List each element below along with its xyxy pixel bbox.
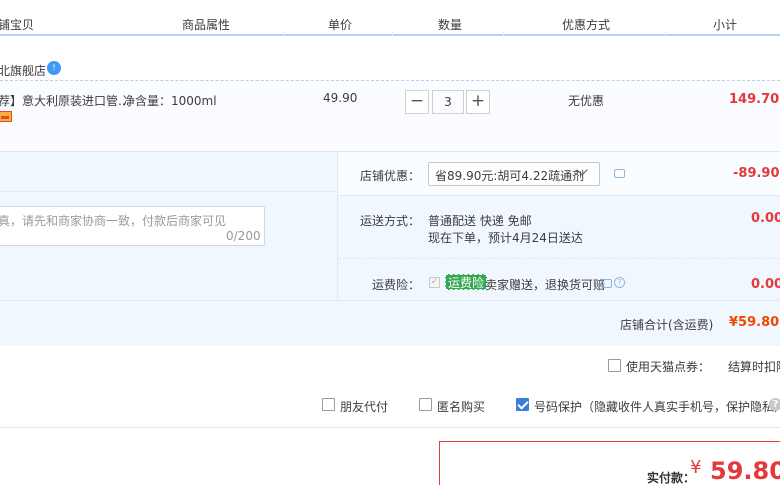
promo-tag-icon — [0, 111, 12, 122]
shop-chat-badge-icon[interactable]: ! — [47, 61, 61, 75]
section-divider — [0, 427, 780, 428]
shop-total-label: 店铺合计(含运费) — [620, 318, 714, 332]
shop-promo-selected: 省89.90元:胡可4.22疏通剂 — [435, 169, 585, 183]
shop-total-amount: ¥59.80 — [729, 315, 780, 330]
insurance-checkbox[interactable]: ✓ — [429, 277, 440, 288]
item-subtotal: 149.70 — [729, 92, 780, 107]
shipping-method: 普通配送 快递 免邮 — [428, 214, 532, 228]
col-header-item: 铺宝贝 — [0, 18, 35, 32]
quantity-increase-button[interactable]: + — [466, 90, 490, 114]
points-note: 结算时扣除 — [728, 360, 780, 374]
anonymous-checkbox[interactable] — [419, 398, 432, 411]
chat-icon[interactable] — [614, 169, 625, 178]
payment-currency: ¥ — [690, 457, 702, 478]
header-divider — [284, 31, 285, 36]
quantity-decrease-button[interactable]: − — [405, 90, 429, 114]
col-header-discount: 优惠方式 — [562, 18, 611, 32]
anonymous-label: 匿名购买 — [437, 400, 486, 414]
shop-promo-label: 店铺优惠： — [360, 169, 421, 183]
insurance-text: 卖家赠送，退换货可赔 — [485, 278, 606, 292]
help-icon[interactable]: ? — [614, 277, 625, 288]
column-header: 铺宝贝 商品属性 单价 数量 优惠方式 小计 — [0, 0, 780, 36]
col-header-attribute: 商品属性 — [182, 18, 231, 32]
panel-left-header — [0, 152, 338, 192]
insurance-label: 运费险： — [372, 278, 421, 292]
message-counter: 0/200 — [226, 229, 261, 243]
insurance-amount: 0.00 — [751, 277, 780, 292]
shipping-amount: 0.00 — [751, 211, 780, 226]
friend-pay-checkbox[interactable] — [322, 398, 335, 411]
shipping-eta: 现在下单，预计4月24日送达 — [428, 231, 583, 245]
panel-divider — [337, 152, 338, 300]
help-icon[interactable]: ? — [769, 398, 780, 411]
shop-promo-amount: -89.90 — [733, 166, 780, 181]
payment-amount: 59.80 — [710, 457, 780, 485]
number-protect-label: 号码保护（隐藏收件人真实手机号，保护隐私） — [534, 400, 780, 414]
points-label: 使用天猫点券： — [626, 360, 711, 374]
quantity-input[interactable]: 3 — [432, 90, 464, 114]
col-header-quantity: 数量 — [438, 18, 463, 32]
payment-label: 实付款： — [647, 471, 696, 485]
chat-icon[interactable] — [601, 279, 612, 288]
item-title-link[interactable]: 荐】意大利原装进口管... — [0, 92, 129, 109]
item-price: 49.90 — [323, 91, 358, 105]
item-attribute: 净含量：1000ml — [123, 94, 217, 108]
friend-pay-label: 朋友代付 — [340, 400, 389, 414]
panel-divider — [338, 258, 780, 259]
col-header-subtotal: 小计 — [713, 18, 738, 32]
insurance-tag: 运费险 — [445, 274, 488, 290]
points-checkbox[interactable] — [608, 359, 621, 372]
header-divider — [503, 31, 504, 36]
header-divider — [392, 31, 393, 36]
number-protect-checkbox[interactable] — [516, 398, 529, 411]
message-placeholder: 真，请先和商家协商一致，付款后商家可见 — [0, 214, 227, 228]
panel-divider — [0, 300, 780, 301]
shipping-label: 运送方式： — [360, 214, 421, 228]
shop-name-link[interactable]: 北旗舰店 — [0, 62, 46, 79]
item-discount: 无优惠 — [568, 94, 605, 108]
header-divider — [665, 31, 666, 36]
col-header-price: 单价 — [328, 18, 353, 32]
